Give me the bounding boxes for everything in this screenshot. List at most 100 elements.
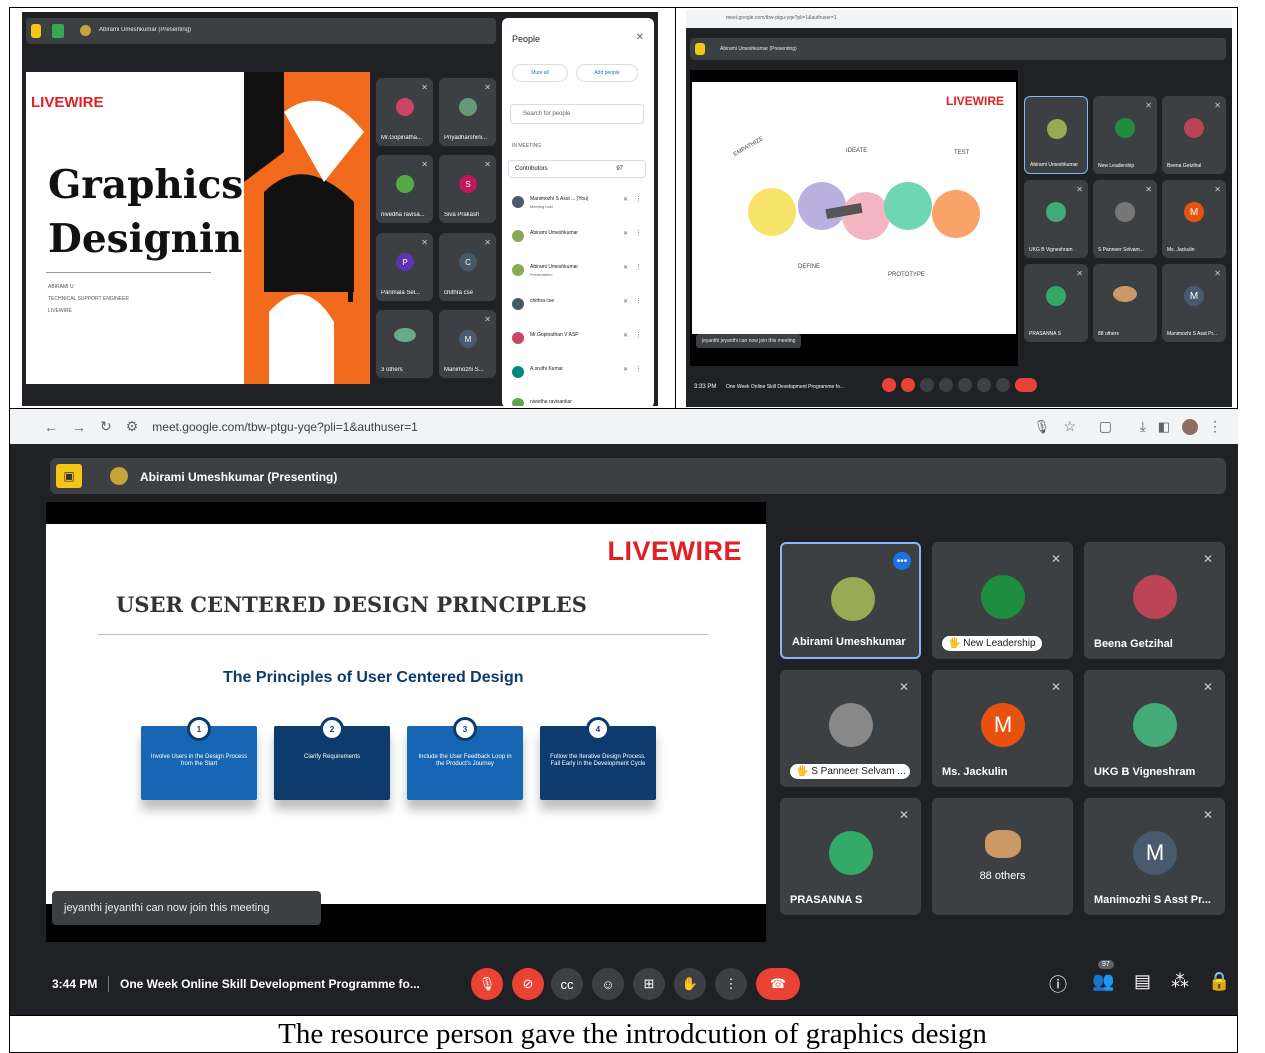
more-icon[interactable]: ⋮ [635,229,642,237]
list-item[interactable]: Abirami Umeshkumar Presentation ✕ ⋮ [510,258,646,292]
present-button[interactable]: ⊞ [633,968,665,1000]
reload-icon[interactable]: ↻ [100,418,112,435]
url-bar[interactable]: meet.google.com/tbw-ptgu-yqe?pli=1&authu… [726,15,837,21]
extensions-icon[interactable]: ▢ [1099,418,1112,435]
people-title: People [512,34,541,44]
avatar-letter: C [459,253,477,271]
captions-button[interactable] [920,378,934,392]
profile-avatar[interactable] [1182,418,1198,435]
hangup-button[interactable]: ☎ [756,968,800,1000]
participant-tile[interactable]: ✕ Priyadharshini... [439,78,496,146]
more-icon[interactable]: ⋮ [635,297,642,305]
mute-all-button[interactable]: Mute all [512,64,568,82]
search-input[interactable]: Search for people [510,104,644,124]
participant-tile[interactable]: ✕ PRASANNA S [780,798,921,915]
list-item[interactable]: A.sruthi Kumar ✕ ⋮ [510,360,646,394]
mic-off-icon: ✕ [484,315,491,324]
divider [108,976,109,992]
screenshot-bottom: ← → ↻ ⚙ meet.google.com/tbw-ptgu-yqe?pli… [10,409,1238,1015]
avatar [1115,118,1135,138]
avatar [1046,202,1066,222]
participant-tile[interactable]: 88 others [1093,264,1157,342]
mic-off-icon: ✕ [421,238,428,247]
bookmark-star-icon[interactable]: ☆ [1063,418,1076,435]
back-icon[interactable]: ← [44,419,58,435]
contributors-row[interactable]: Contributors 97 [508,160,646,178]
list-item[interactable]: Abirami Umeshkumar ✕ ⋮ [510,224,646,258]
list-item[interactable]: Mr.Gopinathan V ASP ✕ ⋮ [510,326,646,360]
mic-toggle-button[interactable]: 🎙 [471,968,503,1000]
mic-off-icon: ✕ [1076,185,1083,194]
participant-tile[interactable]: ✕ 🖐 S Panneer Selvam ... [780,670,921,787]
host-controls-icon[interactable]: 🔒 [1208,971,1230,992]
raise-hand-button[interactable] [977,378,991,392]
participant-tile[interactable]: ✕ New Leadership [1093,96,1157,174]
activities-icon[interactable]: ⁂ [1171,971,1189,992]
raise-hand-button[interactable]: ✋ [674,968,706,1000]
hangup-button[interactable] [1015,378,1037,392]
download-icon[interactable]: ⤓ [1140,418,1146,435]
more-button[interactable] [996,378,1010,392]
participant-tile[interactable]: M ✕ Manimozhi S Asst Pr... [1162,264,1226,342]
camera-toggle-button[interactable]: ⊘ [512,968,544,1000]
close-icon[interactable]: ✕ [636,32,644,43]
participant-tile[interactable]: M ✕ Manimozhi S... [439,310,496,378]
participant-tile[interactable]: S ✕ Siva Prakash [439,155,496,223]
mic-off-icon: ✕ [1076,269,1083,278]
participant-tile[interactable]: ✕ S Panneer Selvam... [1093,180,1157,258]
avatar-group [985,830,1021,858]
menu-icon[interactable]: ⋮ [1208,418,1222,435]
list-item[interactable]: nivedha ravisankar [510,394,646,406]
participant-tile[interactable]: ✕ UKG B Vigneshram [1024,180,1088,258]
present-button[interactable] [958,378,972,392]
participant-tile[interactable]: ✕ Mr.Gopinatha... [376,78,433,146]
participant-tile[interactable]: M ✕ Ms. Jackulin [1162,180,1226,258]
avatar-letter: S [459,175,477,193]
participant-tile[interactable]: ✕ Beena Getzihal [1162,96,1226,174]
sidebar-icon[interactable]: ◧ [1158,419,1170,435]
participant-tile[interactable]: Abirami Umeshkumar [1024,96,1088,174]
avatar [512,366,524,378]
participant-tile[interactable]: P ✕ Parimala Sel... [376,233,433,301]
people-icon[interactable]: 👥 [1092,971,1114,992]
forward-icon[interactable]: → [72,419,86,435]
participant-tile[interactable]: ✕ Beena Getzihal [1084,542,1225,659]
participant-tile[interactable]: ✕ UKG B Vigneshram [1084,670,1225,787]
mic-button[interactable] [882,378,896,392]
more-icon[interactable]: ⋮ [635,263,642,271]
participant-tile[interactable]: C ✕ chithra cse [439,233,496,301]
participant-tile[interactable]: 88 others [932,798,1073,915]
slide-title-1: Graphics [48,162,244,208]
participant-tile[interactable]: ✕ 🖐 New Leadership [932,542,1073,659]
participant-tile[interactable]: ✕ M Ms. Jackulin [932,670,1073,787]
chat-icon[interactable]: ▤ [1134,971,1151,992]
captions-button[interactable]: cc [551,968,583,1000]
more-icon[interactable]: ⋮ [635,365,642,373]
url-bar[interactable]: meet.google.com/tbw-ptgu-yqe?pli=1&authu… [152,420,418,434]
more-icon[interactable]: ⋮ [635,331,642,339]
list-item[interactable]: Manimozhi S Asst ... (You) Meeting host ✕ ⋮ [510,190,646,224]
participant-tile[interactable]: ••• Abirami Umeshkumar [780,542,921,659]
contributors-count: 97 [616,166,623,172]
add-people-button[interactable]: Add people [576,64,638,82]
principle-box: 4 Follow the Iterative Design Process. Fa… [540,717,656,800]
topbar: Abirami Umeshkumar (Presenting) [26,18,496,44]
more-options-button[interactable]: ⋮ [715,968,747,1000]
info-icon[interactable]: ⓘ [1049,971,1067,997]
participant-tile[interactable]: ✕ nivedha ravisa... [376,155,433,223]
participant-tile[interactable]: 3 others [376,310,433,378]
site-settings-icon[interactable]: ⚙ [126,418,139,435]
principle-box: 2 Clarify Requirements [274,717,390,800]
present-icon[interactable]: ▣ [56,464,82,488]
participant-tile[interactable]: ✕ M Manimozhi S Asst Pr... [1084,798,1225,915]
list-item[interactable]: chithra cse ✕ ⋮ [510,292,646,326]
emoji-button[interactable]: ☺ [592,968,624,1000]
more-options-icon[interactable]: ••• [893,552,911,570]
in-meeting-label: IN MEETING [512,143,542,149]
camera-button[interactable] [901,378,915,392]
emoji-button[interactable] [939,378,953,392]
mic-icon[interactable]: 🎙 [1033,419,1050,435]
more-icon[interactable]: ⋮ [635,195,642,203]
meeting-time: 3:44 PM [52,977,98,991]
participant-tile[interactable]: ✕ PRASANNA S [1024,264,1088,342]
